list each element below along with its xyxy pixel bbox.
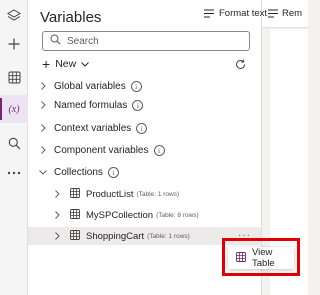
table-icon — [70, 187, 80, 201]
section-label: Named formulas — [54, 99, 128, 111]
format-text-button[interactable]: Format text — [204, 8, 267, 19]
chevron-down-icon — [38, 169, 48, 175]
variables-icon[interactable]: (x) — [0, 95, 28, 123]
chevron-right-icon — [38, 101, 48, 109]
collection-item-myspcollection[interactable]: MySPCollection (Table: 8 rows) — [28, 206, 261, 224]
search-box[interactable] — [42, 31, 250, 51]
table-icon — [70, 208, 80, 222]
remove-formatting-button[interactable]: Rem — [268, 8, 302, 19]
collection-item-productlist[interactable]: ProductList (Table: 1 rows) — [28, 185, 261, 203]
collection-meta: (Table: 1 rows) — [147, 232, 190, 240]
panel-title: Variables — [40, 9, 102, 26]
chevron-right-icon — [38, 124, 48, 132]
chevron-right-icon — [38, 82, 48, 90]
format-text-icon — [204, 9, 214, 18]
collection-meta: (Table: 8 rows) — [156, 211, 199, 219]
section-collections[interactable]: Collections i — [28, 163, 261, 181]
chevron-right-icon — [52, 190, 62, 198]
collection-name: MySPCollection — [86, 209, 154, 221]
table-icon — [70, 229, 80, 243]
refresh-icon[interactable] — [232, 56, 248, 72]
chevron-down-icon — [81, 58, 90, 70]
info-icon[interactable]: i — [130, 80, 142, 92]
chevron-right-icon — [52, 211, 62, 219]
remove-formatting-icon — [268, 9, 278, 18]
highlight-box — [222, 238, 300, 276]
info-icon[interactable]: i — [136, 122, 148, 134]
new-button-label: New — [55, 58, 77, 70]
plus-icon: + — [42, 56, 51, 72]
chevron-right-icon — [38, 146, 48, 154]
new-button[interactable]: + New — [42, 56, 90, 72]
section-named-formulas[interactable]: Named formulas i — [28, 96, 261, 114]
section-label: Context variables — [54, 122, 132, 134]
section-label: Global variables — [54, 80, 126, 92]
section-label: Component variables — [54, 144, 149, 156]
search-icon — [50, 32, 61, 50]
collection-name: ShoppingCart — [86, 230, 145, 242]
format-text-label: Format text — [219, 8, 268, 19]
remove-formatting-label: Rem — [282, 8, 303, 19]
section-label: Collections — [54, 166, 103, 178]
section-global-variables[interactable]: Global variables i — [28, 77, 261, 95]
search-icon[interactable] — [4, 133, 24, 153]
top-toolbar: Format text Rem — [204, 0, 308, 28]
info-icon[interactable]: i — [132, 99, 144, 111]
layers-icon[interactable] — [4, 6, 24, 26]
info-icon[interactable]: i — [153, 144, 165, 156]
collection-meta: (Table: 1 rows) — [136, 190, 180, 198]
grid-icon[interactable] — [4, 67, 24, 87]
search-input[interactable] — [67, 35, 237, 47]
chevron-right-icon — [52, 232, 62, 240]
plus-icon[interactable] — [4, 34, 24, 54]
left-rail: (x) — [0, 0, 28, 295]
info-icon[interactable]: i — [107, 166, 119, 178]
section-component-variables[interactable]: Component variables i — [28, 141, 261, 159]
section-context-variables[interactable]: Context variables i — [28, 119, 261, 137]
collection-name: ProductList — [86, 188, 134, 200]
variables-icon-label: (x) — [8, 103, 20, 115]
more-icon[interactable] — [4, 163, 24, 183]
